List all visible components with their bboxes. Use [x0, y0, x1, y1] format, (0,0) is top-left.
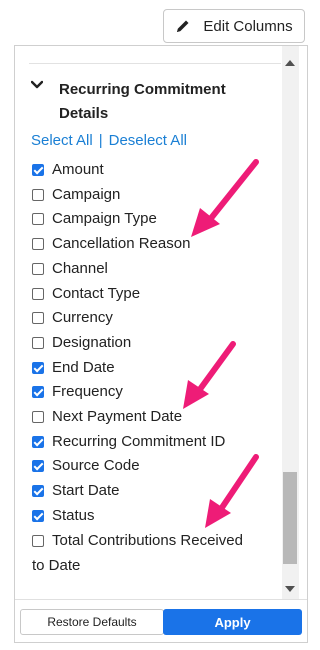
column-option-label: Campaign	[52, 185, 121, 203]
scroll-down-arrow-icon[interactable]	[285, 586, 295, 592]
deselect-all-link[interactable]: Deselect All	[109, 132, 187, 149]
apply-button[interactable]: Apply	[163, 609, 302, 635]
column-option-label: Frequency	[52, 383, 123, 401]
scrollbar[interactable]	[282, 46, 299, 599]
checkbox[interactable]	[32, 509, 44, 522]
column-option-label: Campaign Type	[52, 210, 157, 228]
column-option-label: Cancellation Reason	[52, 235, 191, 253]
column-selector-panel: Recurring Commitment Details Select All |…	[14, 45, 308, 643]
select-links-separator: |	[98, 132, 103, 149]
section-divider	[29, 63, 281, 64]
scrollbar-thumb[interactable]	[283, 472, 297, 564]
column-option-label: Start Date	[52, 482, 120, 500]
column-option-label: Status	[52, 506, 95, 524]
checkbox[interactable]	[32, 238, 44, 251]
footer-divider	[15, 599, 307, 600]
checkbox[interactable]	[32, 164, 44, 176]
column-option-label: Source Code	[52, 457, 140, 475]
scroll-up-arrow-icon[interactable]	[285, 60, 295, 66]
select-all-link[interactable]: Select All	[31, 132, 93, 149]
checkbox[interactable]	[32, 336, 44, 349]
column-option-label: Recurring Commitment ID	[52, 432, 226, 450]
column-option-label: Currency	[52, 309, 113, 327]
section-title: Recurring Commitment Details	[59, 81, 226, 122]
checkbox[interactable]	[32, 460, 44, 473]
restore-defaults-button[interactable]: Restore Defaults	[20, 609, 164, 635]
column-option-label: Channel	[52, 259, 108, 277]
checkbox[interactable]	[32, 287, 44, 300]
checkbox[interactable]	[32, 188, 44, 201]
column-option-label: Designation	[52, 333, 132, 351]
checkbox[interactable]	[32, 411, 44, 423]
checkbox[interactable]	[32, 262, 44, 275]
checkbox[interactable]	[32, 435, 44, 448]
column-option-label: Contact Type	[52, 284, 141, 302]
checkbox[interactable]	[32, 361, 44, 374]
column-option-label: Next Payment Date	[52, 408, 183, 425]
checkbox[interactable]	[32, 312, 44, 325]
column-option-label: Total Contributions Received to Date	[32, 531, 243, 574]
checkbox[interactable]	[32, 485, 44, 498]
edit-columns-label: Edit Columns	[203, 17, 293, 35]
column-list-scroll-area: Recurring Commitment Details Select All |…	[15, 46, 281, 599]
checkbox[interactable]	[32, 386, 44, 399]
checkbox[interactable]	[32, 213, 44, 226]
select-links: Select All | Deselect All	[31, 132, 187, 149]
chevron-down-icon	[31, 80, 43, 89]
column-option-label: Amount	[52, 161, 104, 178]
column-option-label: End Date	[52, 358, 115, 376]
edit-columns-button[interactable]: Edit Columns	[163, 9, 305, 43]
pencil-icon	[177, 20, 189, 32]
